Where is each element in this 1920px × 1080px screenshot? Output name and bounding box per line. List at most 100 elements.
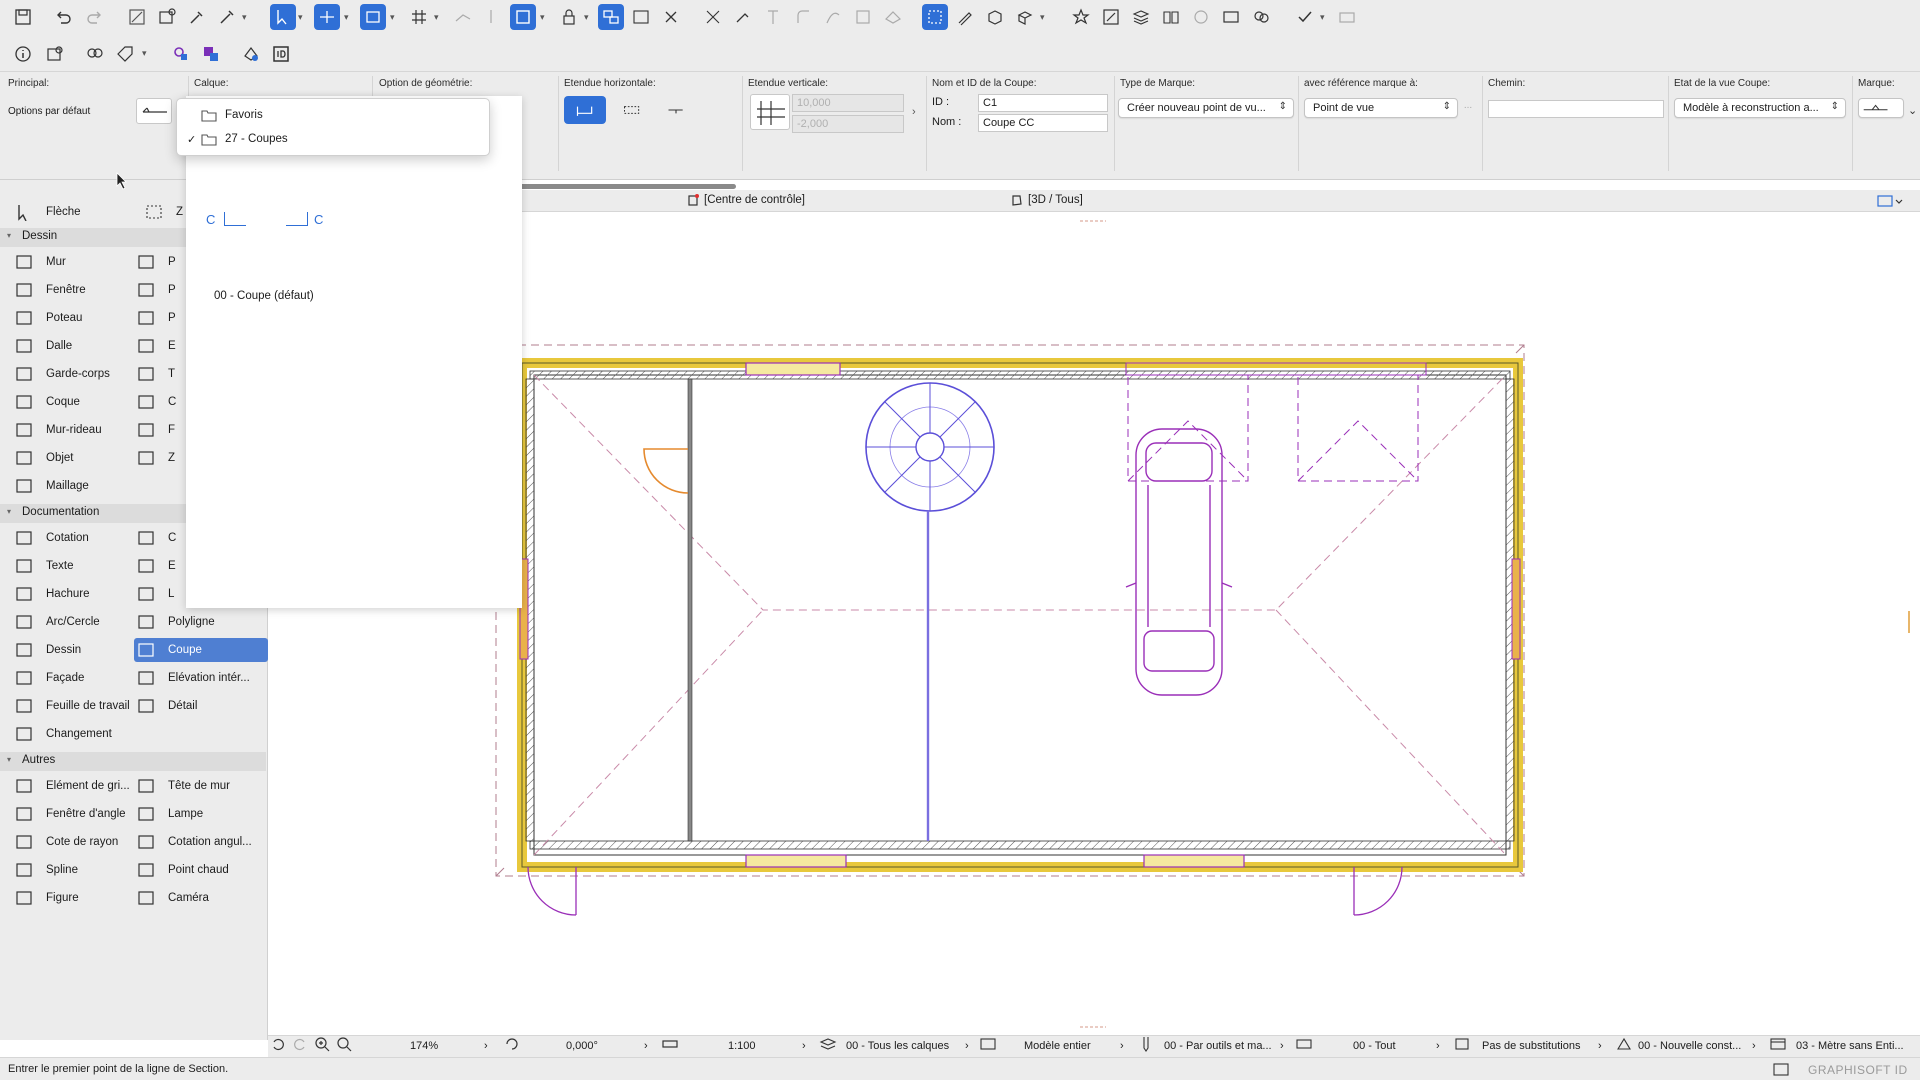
roof-icon[interactable] (880, 4, 906, 30)
classification-icon[interactable] (198, 41, 224, 67)
suspend-groups-icon[interactable] (598, 4, 624, 30)
tool-objet[interactable]: Objet (12, 446, 140, 470)
spiral-stair[interactable] (865, 382, 995, 841)
infinite-range-icon[interactable] (564, 96, 606, 124)
rotate-icon[interactable] (502, 1034, 522, 1054)
model-view-value[interactable]: Modèle entier (1024, 1040, 1091, 1052)
exterior-door-2[interactable] (1353, 866, 1403, 916)
tool-fl-che[interactable]: Flèche (12, 200, 140, 224)
exterior-door-1[interactable] (527, 866, 577, 916)
plane-icon[interactable] (450, 4, 476, 30)
tool-el-vation-int-r[interactable]: Elévation intér... (134, 666, 268, 690)
tool-figure[interactable]: Figure (12, 886, 140, 910)
chevron-down-icon[interactable]: ▾ (584, 12, 589, 23)
limited-range-icon[interactable] (614, 96, 650, 124)
structure-value[interactable]: 00 - Tout (1353, 1040, 1396, 1052)
vertical-top-field[interactable]: 10,000 (792, 94, 904, 112)
scale-value[interactable]: 1:100 (728, 1040, 756, 1052)
tool-cotation-angul[interactable]: Cotation angul... (134, 830, 268, 854)
tab-control-center[interactable]: [Centre de contrôle] (686, 193, 805, 207)
vertical-range-icon[interactable] (750, 94, 790, 130)
zero-depth-icon[interactable] (658, 96, 694, 124)
marker-preview-button[interactable] (136, 98, 172, 124)
tool-lampe[interactable]: Lampe (134, 802, 268, 826)
graphic-override-icon[interactable] (1218, 4, 1244, 30)
fillet-icon[interactable] (790, 4, 816, 30)
tool-spline[interactable]: Spline (12, 858, 140, 882)
tab-3d-view[interactable]: [3D / Tous] (1010, 193, 1083, 207)
tool-mur-rideau[interactable]: Mur-rideau (12, 418, 140, 442)
tool-arc-cercle[interactable]: Arc/Cercle (12, 610, 140, 634)
chevron-down-icon[interactable]: ▾ (142, 48, 147, 59)
interior-door[interactable] (643, 448, 689, 494)
cursor-snap-icon[interactable] (480, 4, 506, 30)
tool-fen-tre[interactable]: Fenêtre (12, 278, 140, 302)
reference-select[interactable]: Point de vue ⇕ (1304, 98, 1458, 118)
chevron-right-icon[interactable]: › (484, 1040, 488, 1052)
tool-dessin[interactable]: Dessin (12, 638, 140, 662)
magic-wand-icon[interactable] (314, 4, 340, 30)
undo-icon[interactable] (50, 4, 76, 30)
reference-more-button[interactable]: ... (1460, 100, 1476, 116)
tool-fen-tre-d-angle[interactable]: Fenêtre d'angle (12, 802, 140, 826)
tool-coque[interactable]: Coque (12, 390, 140, 414)
model-view-icon[interactable] (978, 1034, 998, 1054)
cross-icon[interactable] (658, 4, 684, 30)
grid-icon[interactable] (406, 4, 432, 30)
chevron-right-icon[interactable]: › (802, 1040, 806, 1052)
marker-type-select[interactable]: Créer nouveau point de vu... ⇕ (1118, 98, 1294, 118)
tag-icon[interactable] (112, 41, 138, 67)
tool-polyligne[interactable]: Polyligne (134, 610, 268, 634)
picture-icon[interactable] (154, 4, 180, 30)
zoom-back-icon[interactable] (268, 1034, 288, 1054)
view-options-icon[interactable] (1876, 193, 1904, 209)
properties-icon[interactable] (168, 41, 194, 67)
lock-icon[interactable] (556, 4, 582, 30)
intersect-icon[interactable] (760, 4, 786, 30)
window-icon[interactable] (1770, 1058, 1792, 1080)
tool-t-te-de-mur[interactable]: Tête de mur (134, 774, 268, 798)
dimension-icon[interactable] (628, 4, 654, 30)
3d-view-icon[interactable] (1012, 4, 1038, 30)
chevron-down-icon[interactable]: ▾ (1320, 12, 1325, 23)
angle-value[interactable]: 0,000° (566, 1040, 598, 1052)
redo-icon[interactable] (82, 4, 108, 30)
element-info-icon[interactable] (42, 41, 68, 67)
id-icon[interactable] (268, 41, 294, 67)
save-icon[interactable] (10, 4, 36, 30)
pen-set-value[interactable]: 00 - Par outils et ma... (1164, 1040, 1272, 1052)
chevron-right-icon[interactable]: › (965, 1040, 969, 1052)
tool-el-ment-de-gri[interactable]: Elément de gri... (12, 774, 140, 798)
tool-dalle[interactable]: Dalle (12, 334, 140, 358)
structure-icon[interactable] (1294, 1034, 1314, 1054)
layers-icon[interactable] (1128, 4, 1154, 30)
tool-cote-de-rayon[interactable]: Cote de rayon (12, 830, 140, 854)
exterior-wall[interactable] (517, 358, 1523, 872)
chevron-down-icon[interactable]: ▾ (540, 12, 545, 23)
resize-icon[interactable] (850, 4, 876, 30)
tool-changement[interactable]: Changement (12, 722, 140, 746)
bim-icon[interactable] (1334, 4, 1360, 30)
window-right[interactable] (1511, 558, 1521, 660)
chevron-down-icon[interactable]: ⌄ (1908, 104, 1917, 117)
window-bottom-1[interactable] (745, 854, 847, 868)
tool-mur[interactable]: Mur (12, 250, 140, 274)
window-bottom-2[interactable] (1143, 854, 1245, 868)
group-icon[interactable] (82, 41, 108, 67)
eyedropper-icon[interactable] (184, 4, 210, 30)
tool-maillage[interactable]: Maillage (12, 474, 140, 498)
layer-pen-icon[interactable] (952, 4, 978, 30)
zoom-value[interactable]: 174% (410, 1040, 438, 1052)
chevron-down-icon[interactable]: ▾ (344, 12, 349, 23)
toolbox-group-autres[interactable]: ▾ Autres (0, 752, 266, 771)
tool-fa-ade[interactable]: Façade (12, 666, 140, 690)
tool-poteau[interactable]: Poteau (12, 306, 140, 330)
chevron-right-icon[interactable]: › (644, 1040, 648, 1052)
drawing-icon[interactable] (124, 4, 150, 30)
tool-point-chaud[interactable]: Point chaud (134, 858, 268, 882)
chevron-right-icon[interactable]: › (1598, 1040, 1602, 1052)
favorites-star-icon[interactable] (1068, 4, 1094, 30)
renovation-icon[interactable] (1614, 1034, 1634, 1054)
book-icon[interactable] (1158, 4, 1184, 30)
gravity-icon[interactable] (360, 4, 386, 30)
